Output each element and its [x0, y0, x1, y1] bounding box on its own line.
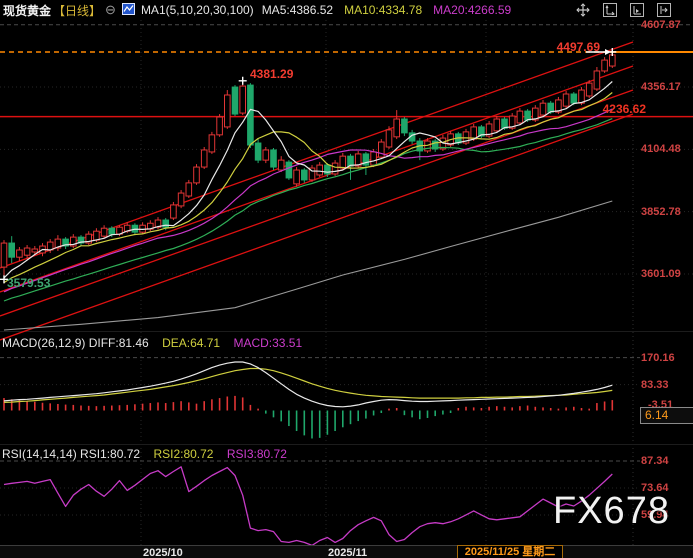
ma10-value: MA10:4334.78 [344, 3, 422, 17]
timeframe-label[interactable]: 【日线】 [53, 2, 101, 19]
rsi3-value: RSI3:80.72 [227, 447, 287, 461]
macd-axis-label: 83.33 [641, 379, 669, 391]
date-axis-band: 2025/10 2025/11 2025/11/25 星期二 [0, 545, 693, 558]
macd-pane [4, 362, 612, 438]
latest-price-annotation: 4497.69 [538, 40, 600, 54]
symbol-name: 现货黄金 [3, 2, 51, 19]
peak-price-annotation: 4381.29 [250, 67, 293, 81]
current-date-box: 2025/11/25 星期二 [457, 545, 563, 558]
macd-dea-value: DEA:64.71 [162, 336, 220, 350]
chart-application: 现货黄金 【日线】 ⊖ MA1(5,10,20,30,100) MA5:4386… [0, 0, 693, 558]
crosshair-icon[interactable] [576, 3, 590, 17]
chart-type-icon[interactable] [122, 3, 135, 18]
grid-lines [0, 20, 693, 545]
price-axis-label: 4356.17 [641, 81, 681, 93]
price-axis-label: 3852.78 [641, 206, 681, 218]
date-label-october: 2025/10 [143, 547, 183, 558]
rsi-title: RSI(14,14,14) RSI1:80.72 [2, 447, 140, 461]
macd-title: MACD(26,12,9) DIFF:81.46 [2, 336, 149, 350]
pan-right-icon[interactable] [657, 3, 671, 17]
price-axis-label: 4607.87 [641, 19, 681, 31]
macd-axis-label: 170.16 [641, 352, 675, 364]
rsi-header: RSI(14,14,14) RSI1:80.72 RSI2:80.72 RSI3… [2, 447, 287, 461]
zoom-vertical-axis-icon[interactable] [603, 3, 617, 17]
macd-header: MACD(26,12,9) DIFF:81.46 DEA:64.71 MACD:… [2, 336, 302, 350]
price-axis-label: 3601.09 [641, 268, 681, 280]
circled-minus-icon[interactable]: ⊖ [105, 4, 116, 16]
ma-settings-label: MA1(5,10,20,30,100) [141, 3, 254, 17]
chart-toolbar [576, 3, 671, 17]
chart-markers [0, 48, 616, 283]
low-price-annotation: 3579.53 [7, 276, 50, 290]
ma5-value: MA5:4386.52 [262, 3, 333, 17]
macd-current-value-box: 6.14 [640, 407, 693, 424]
price-axis-label: 4104.48 [641, 143, 681, 155]
candles-layer [1, 52, 615, 279]
rsi-pane [4, 467, 612, 546]
zoom-horizontal-axis-icon[interactable] [630, 3, 644, 17]
rsi2-value: RSI2:80.72 [153, 447, 213, 461]
fx678-watermark: FX678 [553, 490, 670, 533]
ma20-value: MA20:4266.59 [433, 3, 511, 17]
macd-macd-value: MACD:33.51 [233, 336, 302, 350]
chart-canvas[interactable] [0, 0, 693, 558]
date-label-november: 2025/11 [328, 547, 367, 558]
rsi-axis-label: 87.34 [641, 455, 669, 467]
level-line-annotation: 4236.62 [566, 102, 646, 116]
